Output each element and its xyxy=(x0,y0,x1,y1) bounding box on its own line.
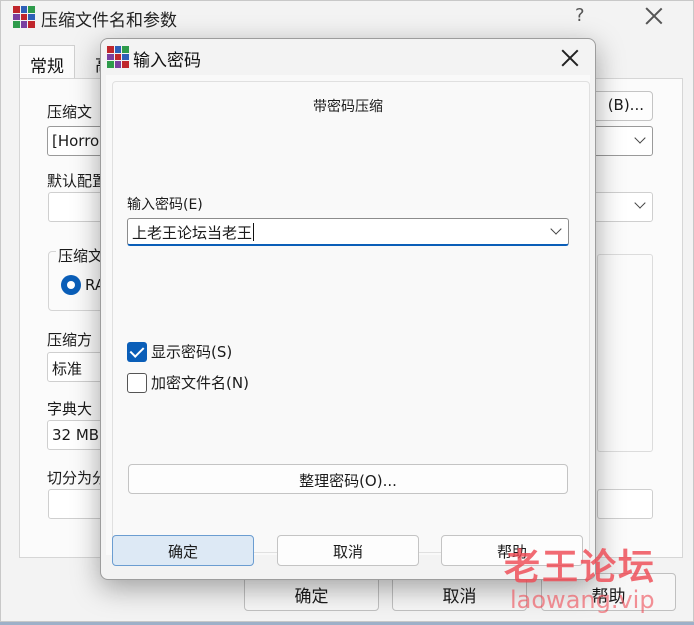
dialog-cancel-button[interactable]: 取消 xyxy=(277,535,419,566)
watermark-url: laowang.vip xyxy=(510,586,655,614)
compression-method-value: 标准 xyxy=(52,360,83,378)
help-icon[interactable]: ? xyxy=(575,5,585,26)
archive-name-label: 压缩文 xyxy=(47,103,93,121)
show-password-label: 显示密码(S) xyxy=(151,343,233,361)
dialog-ok-button[interactable]: 确定 xyxy=(112,535,254,566)
compression-method-label: 压缩方 xyxy=(47,331,93,349)
dialog-title: 输入密码 xyxy=(133,51,201,71)
split-unit-select[interactable] xyxy=(597,489,653,519)
dialog-close-icon[interactable] xyxy=(557,45,583,71)
rar-radio[interactable] xyxy=(61,275,81,295)
dictionary-size-label: 字典大 xyxy=(47,400,93,418)
split-volumes-field[interactable] xyxy=(48,489,108,519)
split-volumes-label: 切分为分 xyxy=(47,469,108,487)
watermark-text: 老王论坛 xyxy=(504,547,657,588)
background-close-icon[interactable] xyxy=(641,3,667,29)
checkbox-unchecked-icon[interactable] xyxy=(127,373,147,393)
compression-method-select[interactable]: 标准 xyxy=(47,352,107,382)
dialog-heading: 带密码压缩 xyxy=(313,99,383,115)
text-cursor xyxy=(253,223,255,241)
chevron-down-icon[interactable] xyxy=(634,197,646,209)
chevron-down-icon[interactable] xyxy=(550,223,562,235)
encrypt-filenames-label: 加密文件名(N) xyxy=(151,374,249,392)
dictionary-size-select[interactable]: 32 MB xyxy=(47,420,107,450)
password-input[interactable]: 上老王论坛当老王 xyxy=(127,218,569,246)
checkbox-checked-icon[interactable] xyxy=(127,342,147,362)
archive-options-box xyxy=(597,254,653,452)
password-value: 上老王论坛当老王 xyxy=(132,224,253,242)
dialog-titlebar: 输入密码 xyxy=(101,39,595,75)
background-window-title: 压缩文件名和参数 xyxy=(41,11,177,31)
password-dialog: 输入密码 带密码压缩 输入密码(E) 上老王论坛当老王 显示密码(S) 加密文件… xyxy=(100,38,596,580)
background-titlebar: 压缩文件名和参数 ? xyxy=(1,1,693,35)
organize-passwords-button[interactable]: 整理密码(O)... xyxy=(128,464,568,494)
winrar-icon xyxy=(107,46,129,68)
archive-name-value: [Horror xyxy=(52,132,106,150)
archive-format-label: 压缩文 xyxy=(56,245,106,266)
dictionary-size-value: 32 MB xyxy=(52,426,100,444)
chevron-down-icon[interactable] xyxy=(634,132,646,144)
profile-label: 默认配置 xyxy=(47,172,108,190)
password-label: 输入密码(E) xyxy=(127,197,203,213)
winrar-icon xyxy=(13,6,35,28)
tab-general[interactable]: 常规 xyxy=(19,45,75,79)
